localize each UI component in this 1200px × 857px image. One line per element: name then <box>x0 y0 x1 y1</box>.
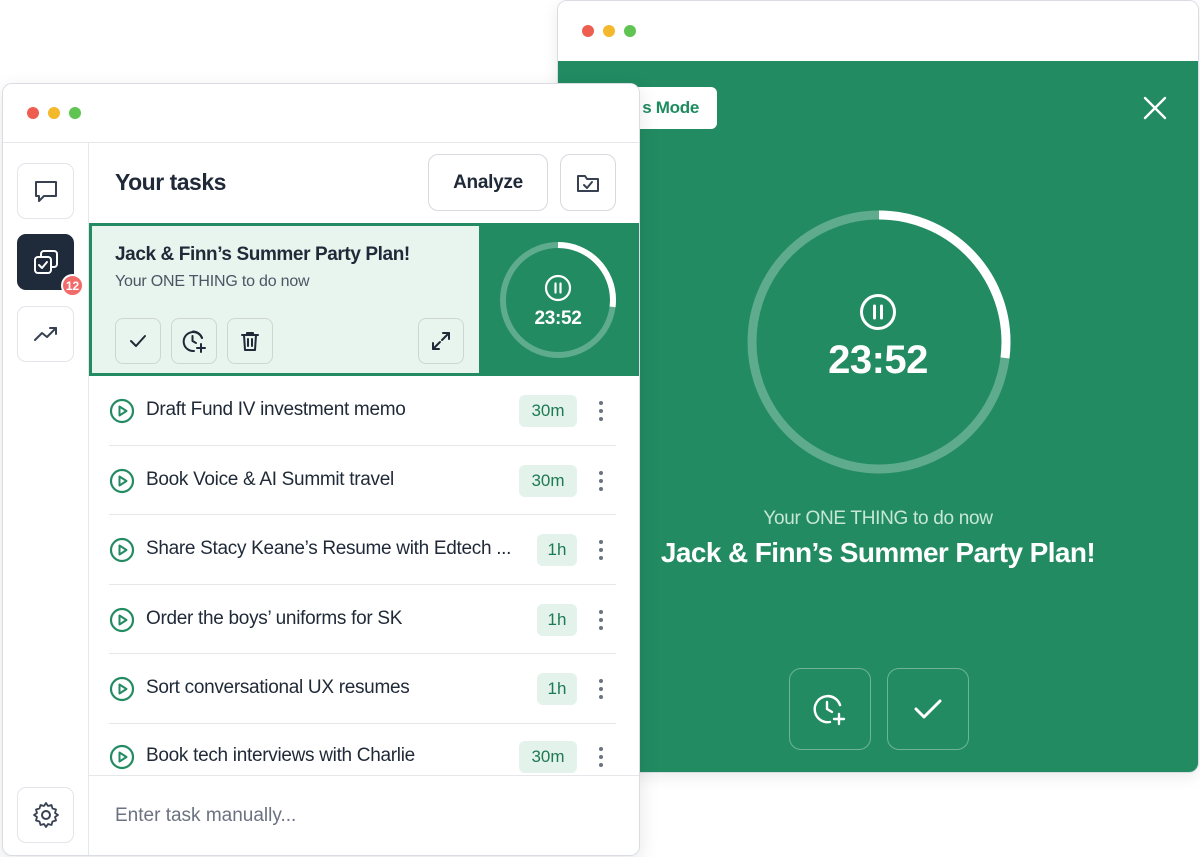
task-window-titlebar <box>3 84 639 142</box>
check-icon <box>130 335 146 347</box>
list-item[interactable]: Sort conversational UX resumes 1h <box>89 654 639 724</box>
task-label: Draft Fund IV investment memo <box>146 399 406 420</box>
analyze-button[interactable]: Analyze <box>428 154 548 211</box>
list-item[interactable]: Book Voice & AI Summit travel 30m <box>89 446 639 515</box>
focus-panel: s Mode 23:52 Your ONE THING to do now Ja… <box>558 61 1198 772</box>
task-label: Sort conversational UX resumes <box>146 677 410 698</box>
play-icon[interactable] <box>109 676 135 702</box>
more-options-icon[interactable] <box>589 396 613 426</box>
complete-task-button[interactable] <box>115 318 161 364</box>
duration-badge: 1h <box>537 603 577 636</box>
list-item[interactable]: Share Stacy Keane’s Resume with Edtech .… <box>89 515 639 585</box>
task-label: Book Voice & AI Summit travel <box>146 468 394 490</box>
focus-timer-readout: 23:52 <box>828 338 928 382</box>
duration-badge: 1h <box>537 534 577 566</box>
task-list-window: 12 Your tasks Analyze Jack & Finn’s Summ… <box>2 83 640 856</box>
focus-mode-window: s Mode 23:52 Your ONE THING to do now Ja… <box>557 0 1199 773</box>
duration-badge: 30m <box>519 395 577 427</box>
sidebar-item-chat[interactable] <box>17 163 74 219</box>
snooze-button[interactable] <box>789 668 871 750</box>
gear-icon <box>32 802 59 828</box>
more-options-icon[interactable] <box>589 742 613 772</box>
close-window-dot[interactable] <box>27 107 39 119</box>
duration-badge: 30m <box>519 741 577 773</box>
duration-badge: 1h <box>537 673 577 705</box>
more-options-icon[interactable] <box>589 535 613 565</box>
current-task-details: Jack & Finn’s Summer Party Plan! Your ON… <box>92 226 479 373</box>
duration-badge: 30m <box>519 464 577 497</box>
pause-icon[interactable] <box>859 293 897 331</box>
minimize-window-dot[interactable] <box>48 107 60 119</box>
more-options-icon[interactable] <box>589 674 613 704</box>
minimize-window-dot[interactable] <box>603 25 615 37</box>
task-label: Book tech interviews with Charlie <box>146 745 415 766</box>
focus-window-titlebar <box>558 1 1198 61</box>
delete-task-button[interactable] <box>227 318 273 364</box>
current-task-card: Jack & Finn’s Summer Party Plan! Your ON… <box>89 223 639 376</box>
tasks-count-badge: 12 <box>61 274 84 297</box>
more-options-icon[interactable] <box>589 466 613 496</box>
play-icon[interactable] <box>109 607 135 633</box>
focus-subtitle: Your ONE THING to do now <box>763 508 993 529</box>
task-list: Draft Fund IV investment memo 30m Book V… <box>89 376 639 776</box>
snooze-task-button[interactable] <box>171 318 217 364</box>
check-icon <box>914 699 942 719</box>
close-icon[interactable] <box>1142 95 1168 121</box>
clock-plus-icon <box>813 694 846 726</box>
focus-task-title: Jack & Finn’s Summer Party Plan! <box>660 537 1096 568</box>
page-title: Your tasks <box>115 169 226 195</box>
list-item[interactable]: Book tech interviews with Charlie 30m <box>89 722 639 776</box>
maximize-window-dot[interactable] <box>69 107 81 119</box>
focus-mode-label: s Mode <box>642 98 699 117</box>
list-item[interactable]: Draft Fund IV investment memo 30m <box>89 376 639 446</box>
task-input-bar <box>89 775 639 855</box>
folder-check-icon <box>577 174 599 192</box>
task-label: Order the boys’ uniforms for SK <box>146 607 403 629</box>
play-icon[interactable] <box>109 744 135 770</box>
more-options-icon[interactable] <box>589 605 613 635</box>
task-label: Share Stacy Keane’s Resume with Edtech .… <box>146 538 512 559</box>
expand-icon <box>432 332 450 350</box>
trending-up-icon <box>33 327 57 341</box>
maximize-window-dot[interactable] <box>624 25 636 37</box>
play-icon[interactable] <box>109 537 135 563</box>
close-window-dot[interactable] <box>582 25 594 37</box>
complete-button[interactable] <box>887 668 969 750</box>
sidebar: 12 <box>3 142 89 855</box>
current-task-subtitle: Your ONE THING to do now <box>115 273 310 290</box>
tasks-icon <box>33 250 58 274</box>
pause-icon[interactable] <box>544 274 572 302</box>
task-input[interactable] <box>89 776 639 855</box>
current-task-title: Jack & Finn’s Summer Party Plan! <box>115 244 410 265</box>
current-timer-readout: 23:52 <box>534 308 582 329</box>
trash-icon <box>241 332 259 351</box>
sidebar-item-trends[interactable] <box>17 306 74 362</box>
chat-bubble-icon <box>34 181 57 202</box>
sidebar-item-settings[interactable] <box>17 787 74 843</box>
tasks-main: Your tasks Analyze Jack & Finn’s Summer … <box>89 142 639 855</box>
clock-plus-icon <box>182 330 206 353</box>
list-item[interactable]: Order the boys’ uniforms for SK 1h <box>89 585 639 654</box>
play-icon[interactable] <box>109 468 135 494</box>
expand-focus-button[interactable] <box>418 318 464 364</box>
folder-button[interactable] <box>560 154 616 211</box>
play-icon[interactable] <box>109 398 135 424</box>
